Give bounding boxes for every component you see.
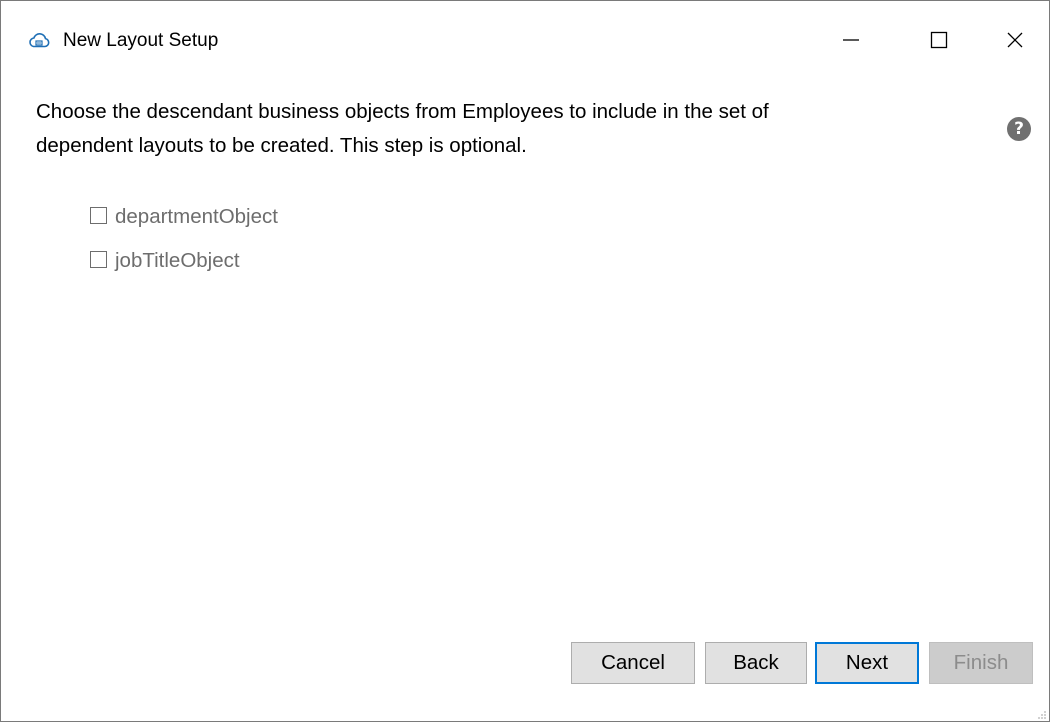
dialog-window: New Layout Setup Choose the descendant b…	[0, 0, 1050, 722]
help-icon[interactable]: ?	[1007, 117, 1031, 141]
next-button[interactable]: Next	[815, 642, 919, 684]
finish-button: Finish	[929, 642, 1033, 684]
window-title: New Layout Setup	[63, 30, 219, 51]
title-bar[interactable]: New Layout Setup	[1, 1, 1049, 83]
checkbox-department-object[interactable]: departmentObject	[90, 195, 278, 239]
instruction-line-1: Choose the descendant business objects f…	[36, 100, 769, 123]
minimize-icon	[841, 30, 861, 55]
back-button[interactable]: Back	[705, 642, 807, 684]
instruction-line-2: dependent layouts to be created. This st…	[36, 134, 527, 157]
maximize-icon	[929, 30, 949, 55]
resize-grip-icon[interactable]	[1035, 707, 1047, 719]
checkbox-job-title-object[interactable]: jobTitleObject	[90, 239, 278, 283]
checkbox-label: departmentObject	[115, 205, 278, 228]
checkbox-label: jobTitleObject	[115, 249, 240, 272]
close-button[interactable]	[971, 1, 1049, 83]
instruction-text: Choose the descendant business objects f…	[36, 95, 966, 163]
maximize-button[interactable]	[895, 1, 983, 83]
minimize-button[interactable]	[807, 1, 895, 83]
checkbox[interactable]	[90, 206, 107, 224]
close-icon	[1005, 30, 1025, 55]
checkbox[interactable]	[90, 250, 107, 268]
business-object-list: departmentObject jobTitleObject	[90, 195, 278, 283]
cancel-button[interactable]: Cancel	[571, 642, 695, 684]
cloud-icon	[27, 29, 51, 53]
